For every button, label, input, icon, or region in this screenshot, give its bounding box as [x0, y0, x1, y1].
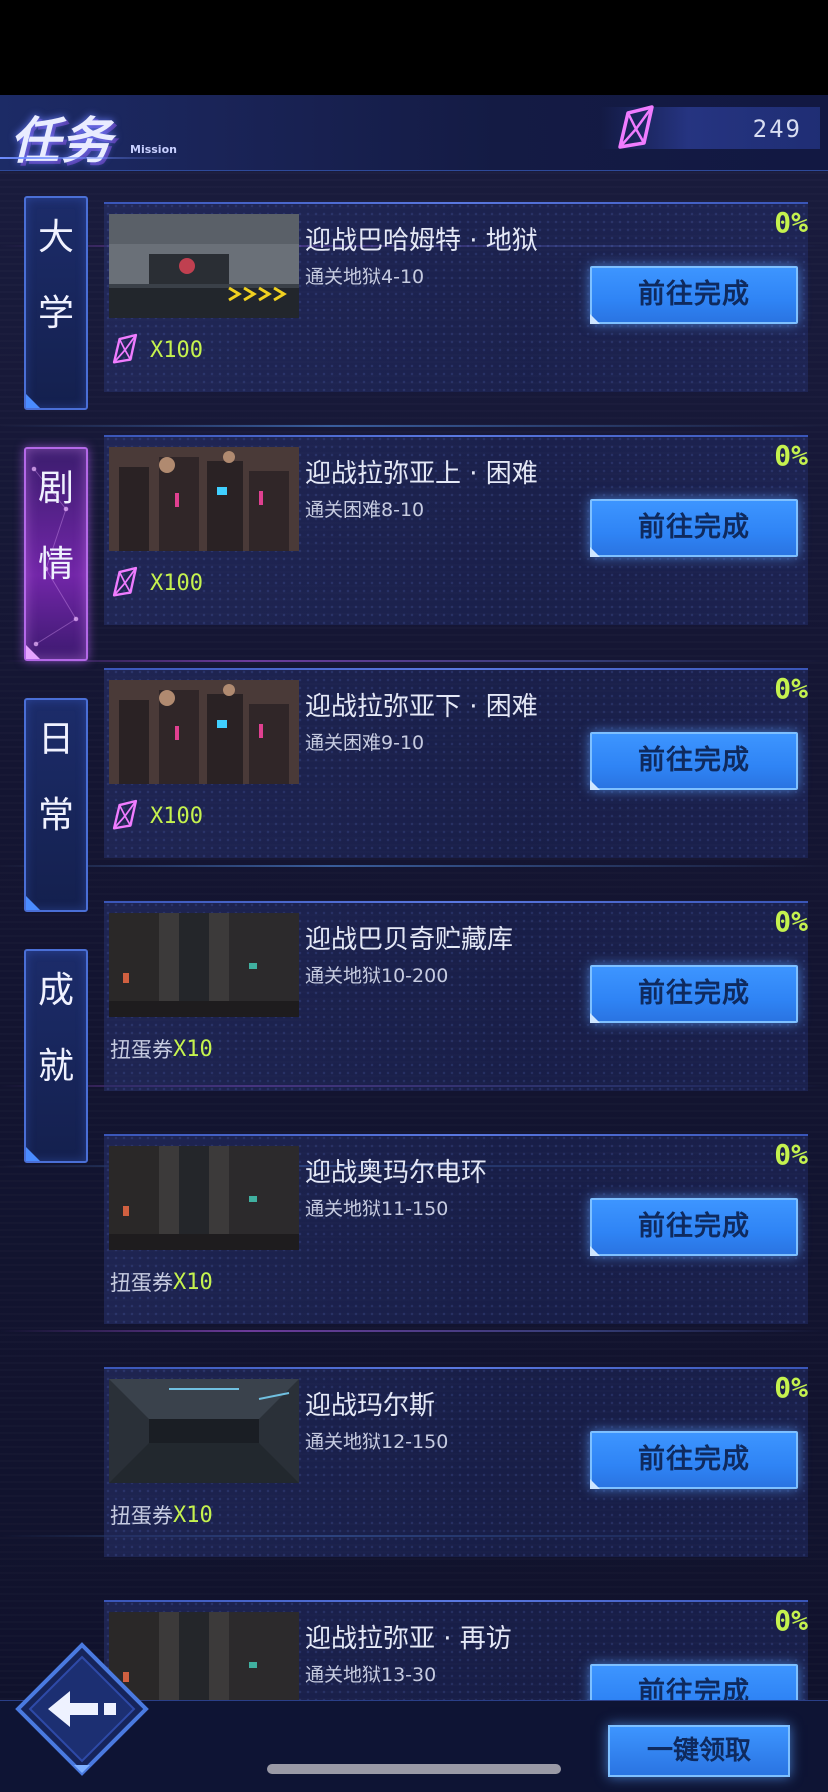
tab-corner [26, 645, 40, 659]
task-title: 迎战拉弥亚下 · 困难 [305, 692, 538, 722]
task-description: 通关地狱10-200 [305, 965, 449, 987]
task-reward: X100 [110, 330, 203, 370]
task-progress: 0% [774, 1138, 808, 1171]
task-thumbnail [109, 1379, 299, 1483]
reward-quantity: X10 [173, 1269, 213, 1295]
task-title: 迎战巴贝奇贮藏库 [305, 925, 514, 955]
tab-label-top: 剧 [37, 468, 74, 509]
reward-label: 扭蛋券 [110, 1038, 173, 1062]
card-divider [104, 901, 808, 903]
task-card: 迎战拉弥亚上 · 困难 通关困难8-10 0% 前往完成 X100 [104, 435, 808, 625]
task-description: 通关地狱13-30 [305, 1664, 437, 1686]
task-thumbnail [109, 913, 299, 1017]
tab-corner [26, 1147, 40, 1161]
task-thumbnail [109, 214, 299, 318]
tab-label-top: 大 [37, 217, 74, 258]
task-description: 通关地狱12-150 [305, 1431, 449, 1453]
task-reward: 扭蛋券 X10 [110, 1029, 213, 1069]
tab-label-top: 日 [37, 719, 74, 760]
task-thumbnail [109, 1146, 299, 1250]
task-thumbnail [109, 447, 299, 551]
back-button[interactable] [14, 1641, 150, 1777]
tab-corner [26, 896, 40, 910]
task-description: 通关地狱4-10 [305, 266, 425, 288]
task-description: 通关地狱11-150 [305, 1198, 449, 1220]
task-reward: 扭蛋券 X10 [110, 1262, 213, 1302]
tab-story[interactable]: 剧 情 [24, 447, 88, 661]
go-complete-button[interactable]: 前往完成 [590, 965, 798, 1023]
reward-label: 扭蛋券 [110, 1504, 173, 1528]
crystal-gem-icon [112, 333, 138, 364]
go-complete-button[interactable]: 前往完成 [590, 732, 798, 790]
reward-quantity: X10 [173, 1502, 213, 1528]
task-card: 迎战拉弥亚 · 再访 通关地狱13-30 0% 前往完成 [104, 1600, 808, 1700]
task-progress: 0% [774, 905, 808, 938]
task-card: 迎战拉弥亚下 · 困难 通关困难9-10 0% 前往完成 X100 [104, 668, 808, 858]
task-title: 迎战奥玛尔电环 [305, 1158, 488, 1188]
task-thumbnail [109, 680, 299, 784]
reward-quantity: X100 [150, 570, 203, 596]
card-divider [104, 1600, 808, 1602]
tab-label-bottom: 常 [37, 795, 74, 836]
task-reward: 扭蛋券 X10 [110, 1495, 213, 1535]
light-streak [0, 425, 828, 427]
currency-value: 249 [752, 115, 802, 143]
card-divider [104, 1367, 808, 1369]
tab-corner [26, 394, 40, 408]
crystal-gem-icon [112, 566, 138, 597]
card-divider [104, 668, 808, 670]
light-streak [0, 660, 828, 662]
title-underline [0, 157, 180, 159]
reward-quantity: X100 [150, 337, 203, 363]
home-indicator [267, 1764, 561, 1774]
task-title: 迎战拉弥亚 · 再访 [305, 1624, 512, 1654]
crystal-gem-icon [618, 105, 654, 149]
reward-label: 扭蛋券 [110, 1271, 173, 1295]
tab-label-bottom: 就 [37, 1046, 74, 1087]
card-divider [104, 202, 808, 204]
go-complete-button[interactable]: 前往完成 [590, 499, 798, 557]
crystal-gem-icon [112, 799, 138, 830]
light-streak [0, 865, 828, 867]
go-complete-button[interactable]: 前往完成 [590, 266, 798, 324]
go-complete-button[interactable]: 前往完成 [590, 1664, 798, 1700]
card-divider [104, 435, 808, 437]
task-card: 迎战玛尔斯 通关地狱12-150 0% 前往完成 扭蛋券 X10 [104, 1367, 808, 1557]
task-title: 迎战玛尔斯 [305, 1391, 436, 1421]
task-card: 迎战奥玛尔电环 通关地狱11-150 0% 前往完成 扭蛋券 X10 [104, 1134, 808, 1324]
task-progress: 0% [774, 206, 808, 239]
page-title: 任务 [10, 112, 112, 170]
tab-daily[interactable]: 日 常 [24, 698, 88, 912]
task-reward: X100 [110, 796, 203, 836]
tab-university[interactable]: 大 学 [24, 196, 88, 410]
task-progress: 0% [774, 1371, 808, 1404]
task-title: 迎战巴哈姆特 · 地狱 [305, 226, 538, 256]
go-complete-button[interactable]: 前往完成 [590, 1431, 798, 1489]
task-description: 通关困难8-10 [305, 499, 425, 521]
tab-label-top: 成 [37, 970, 74, 1011]
reward-quantity: X100 [150, 803, 203, 829]
task-reward: X100 [110, 563, 203, 603]
task-card: 迎战巴贝奇贮藏库 通关地狱10-200 0% 前往完成 扭蛋券 X10 [104, 901, 808, 1091]
task-progress: 0% [774, 439, 808, 472]
tab-label-bottom: 学 [37, 293, 74, 334]
go-complete-button[interactable]: 前往完成 [590, 1198, 798, 1256]
header-bar: 任务 Mission 249 [0, 95, 828, 171]
app-root: 任务 Mission 249 大 学 剧 情 日 常 成 就 迎战巴哈姆特 · … [0, 0, 828, 1792]
task-title: 迎战拉弥亚上 · 困难 [305, 459, 538, 489]
light-streak [0, 1330, 828, 1332]
tab-achievement[interactable]: 成 就 [24, 949, 88, 1163]
task-progress: 0% [774, 1604, 808, 1637]
task-description: 通关困难9-10 [305, 732, 425, 754]
tab-label-bottom: 情 [37, 544, 74, 585]
task-card: 迎战巴哈姆特 · 地狱 通关地狱4-10 0% 前往完成 X100 [104, 202, 808, 392]
page-subtitle: Mission [130, 143, 177, 156]
claim-all-button[interactable]: 一键领取 [608, 1725, 790, 1777]
reward-quantity: X10 [173, 1036, 213, 1062]
card-divider [104, 1134, 808, 1136]
task-progress: 0% [774, 672, 808, 705]
